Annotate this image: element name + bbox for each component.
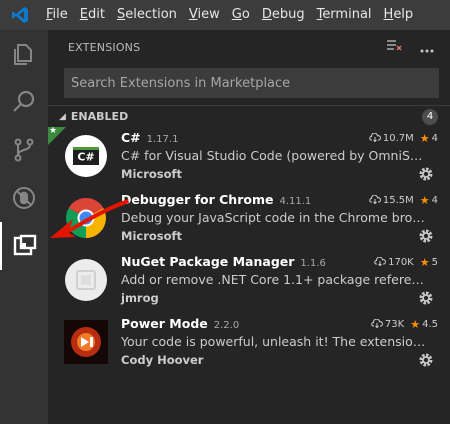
- rating-value: 4: [431, 195, 438, 206]
- extension-name: Power Mode 2.2.0: [121, 316, 240, 331]
- extension-description: C# for Visual Studio Code (powered by Om…: [121, 148, 426, 163]
- gear-icon[interactable]: [418, 166, 434, 182]
- extension-item-power-mode[interactable]: Power Mode 2.2.0 Your code is powerful, u…: [48, 313, 450, 375]
- rating-value: 5: [431, 257, 438, 268]
- search-box: [64, 68, 439, 98]
- annotation-arrow-icon: [50, 199, 129, 238]
- cloud-download-icon: [371, 318, 383, 331]
- csharp-icon: C#: [64, 134, 108, 178]
- svg-text:C#: C#: [77, 151, 94, 164]
- download-count: 73K: [384, 319, 405, 330]
- extension-version: 2.2.0: [213, 320, 240, 331]
- enabled-section-header[interactable]: ◢ ENABLED 4: [48, 105, 450, 127]
- extension-description: Add or remove .NET Core 1.1+ package ref…: [121, 272, 426, 287]
- cloud-download-icon: [374, 256, 387, 269]
- cloud-download-icon: [369, 194, 381, 207]
- extension-publisher: Microsoft: [121, 167, 183, 181]
- extension-publisher: Cody Hoover: [121, 353, 204, 367]
- search-icon[interactable]: [0, 78, 48, 126]
- extension-version: 4.11.1: [279, 196, 312, 207]
- gear-icon[interactable]: [418, 228, 434, 244]
- search-extensions-input[interactable]: [65, 69, 438, 97]
- star-icon: ★: [410, 318, 421, 331]
- extension-description: Debug your JavaScript code in the Chrome…: [121, 210, 426, 225]
- extension-stats: 73K ★ 4.5: [371, 318, 438, 331]
- more-actions-icon[interactable]: [420, 38, 434, 57]
- star-icon: ★: [419, 256, 430, 269]
- star-icon: ★: [419, 194, 430, 207]
- source-control-icon[interactable]: [0, 126, 48, 174]
- section-count-badge: 4: [422, 109, 438, 125]
- nuget-icon: [64, 258, 108, 302]
- menu-debug[interactable]: Debug: [256, 0, 311, 30]
- extension-stats: 10.7M ★ 4: [369, 132, 438, 145]
- extension-publisher: Microsoft: [121, 229, 183, 243]
- clear-extensions-icon[interactable]: [386, 38, 402, 57]
- extension-stats: 170K ★ 5: [374, 256, 438, 269]
- sidebar-title: EXTENSIONS: [68, 40, 141, 54]
- recommended-star-icon: ★: [49, 126, 58, 136]
- rating-value: 4.5: [422, 319, 438, 330]
- menu-view[interactable]: View: [183, 0, 226, 30]
- menu-selection[interactable]: Selection: [111, 0, 183, 30]
- download-count: 170K: [388, 257, 414, 268]
- download-count: 15.5M: [382, 195, 414, 206]
- extension-publisher: jmrog: [121, 291, 159, 305]
- sidebar-header: EXTENSIONS: [48, 30, 450, 64]
- explorer-icon[interactable]: [0, 30, 48, 78]
- gear-icon[interactable]: [418, 290, 434, 306]
- cloud-download-icon: [369, 132, 381, 145]
- section-title: ENABLED: [70, 110, 129, 123]
- extension-name: C# 1.17.1: [121, 130, 179, 145]
- extension-stats: 15.5M ★ 4: [369, 194, 438, 207]
- extension-item-csharp[interactable]: ★ C# C# 1.17.1 C# for Visual Studio Code …: [48, 126, 450, 189]
- menu-go[interactable]: Go: [226, 0, 256, 30]
- menu-file[interactable]: File: [40, 0, 74, 30]
- extension-name: NuGet Package Manager 1.1.6: [121, 254, 326, 269]
- extension-name: Debugger for Chrome 4.11.1: [121, 192, 312, 207]
- menu-edit[interactable]: Edit: [74, 0, 111, 30]
- collapse-caret-icon: ◢: [59, 111, 66, 122]
- star-icon: ★: [419, 132, 430, 145]
- download-count: 10.7M: [382, 133, 414, 144]
- extension-description: Your code is powerful, unleash it! The e…: [121, 334, 426, 349]
- vscode-logo-icon: [0, 0, 40, 30]
- menu-bar: File Edit Selection View Go Debug Termin…: [0, 0, 450, 30]
- rating-value: 4: [431, 133, 438, 144]
- gear-icon[interactable]: [418, 352, 434, 368]
- extension-item-nuget-package-manager[interactable]: NuGet Package Manager 1.1.6 Add or remove…: [48, 251, 450, 313]
- extension-version: 1.17.1: [146, 134, 179, 145]
- menu-terminal[interactable]: Terminal: [311, 0, 378, 30]
- menu-help[interactable]: Help: [378, 0, 420, 30]
- power-mode-icon: [64, 320, 108, 364]
- extension-version: 1.1.6: [300, 258, 326, 269]
